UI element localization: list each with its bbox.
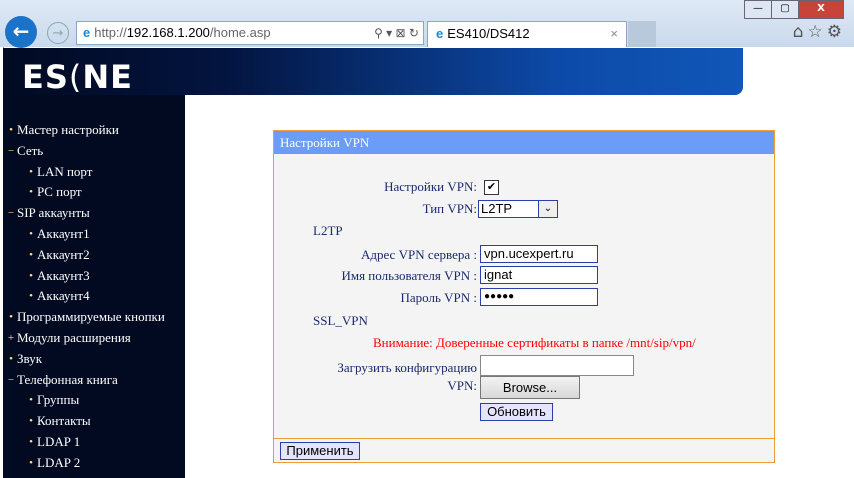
footer-divider: [274, 438, 774, 439]
sidebar-item[interactable]: • Аккаунт3: [3, 266, 185, 287]
collapse-icon: −: [7, 144, 15, 157]
ssl-vpn-heading: SSL_VPN: [313, 313, 368, 328]
sidebar-item[interactable]: • Мастер настройки: [3, 120, 185, 141]
sidebar-item-label: SIP аккаунты: [17, 205, 90, 221]
collapse-icon: −: [7, 207, 15, 220]
url-host: 192.168.1.200: [126, 25, 210, 40]
password-label: Пароль VPN :: [400, 290, 477, 305]
sidebar-nav: • Мастер настройки − Сеть • LAN порт • PC порт −…: [3, 120, 185, 474]
tab-close-icon[interactable]: ×: [610, 22, 618, 46]
server-input[interactable]: vpn.ucexpert.ru: [480, 245, 598, 263]
sidebar-item-label: Аккаунт3: [37, 267, 90, 283]
url-path: /home.asp: [209, 25, 271, 40]
sidebar-item-label: Мастер настройки: [17, 122, 119, 137]
maximize-button[interactable]: ▢: [771, 0, 799, 19]
sidebar-item[interactable]: • Аккаунт2: [3, 245, 185, 266]
sidebar-item[interactable]: • Контакты: [3, 411, 185, 432]
browse-button[interactable]: Browse...: [480, 376, 580, 399]
sidebar-item-label: Сеть: [17, 142, 44, 158]
bullet-icon: •: [29, 186, 33, 199]
vpn-type-value: L2TP: [481, 201, 513, 216]
sidebar-item-label: Модули расширения: [17, 329, 131, 345]
tab-es410[interactable]: e ES410/DS412 ×: [427, 21, 627, 47]
username-input[interactable]: ignat: [480, 266, 598, 284]
sidebar-item[interactable]: • Аккаунт4: [3, 286, 185, 307]
sidebar-item-label: Аккаунт4: [37, 288, 90, 304]
bullet-icon: •: [29, 456, 33, 469]
sidebar-item[interactable]: • LAN порт: [3, 162, 185, 183]
sidebar-item-label: Аккаунт1: [37, 225, 90, 241]
sidebar-item[interactable]: • Программируемые кнопки: [3, 307, 185, 328]
vpn-enable-checkbox[interactable]: ✔: [484, 180, 499, 195]
sidebar-item[interactable]: − Телефонная книга: [3, 370, 185, 391]
home-favorites-settings-icons[interactable]: ⌂☆⚙: [793, 22, 846, 42]
close-window-button[interactable]: X: [798, 0, 844, 19]
sidebar-item-label: Контакты: [37, 413, 91, 429]
server-label: Адрес VPN сервера :: [360, 247, 477, 262]
bullet-icon: •: [29, 394, 33, 407]
file-path-input[interactable]: [480, 355, 634, 376]
minimize-button[interactable]: —: [744, 0, 772, 19]
update-button[interactable]: Обновить: [480, 403, 553, 421]
sidebar-item-label: Звук: [17, 350, 43, 366]
sidebar-item[interactable]: − SIP аккаунты: [3, 203, 185, 224]
sidebar-item-label: LDAP 1: [37, 433, 81, 449]
apply-button[interactable]: Применить: [280, 442, 360, 460]
vpn-type-select[interactable]: L2TP ⌄: [478, 200, 558, 218]
l2tp-heading: L2TP: [313, 223, 343, 238]
url-prefix: http://: [94, 25, 127, 40]
bullet-icon: •: [29, 227, 33, 240]
ie-icon: e: [436, 26, 444, 41]
escene-logo: ES(NE: [22, 58, 134, 96]
sidebar-item[interactable]: • LDAP 1: [3, 432, 185, 453]
username-label: Имя пользователя VPN :: [341, 268, 477, 283]
bullet-icon: •: [9, 124, 13, 136]
collapse-icon: −: [7, 373, 15, 386]
expand-icon: +: [7, 331, 15, 344]
sidebar-item[interactable]: + Модули расширения: [3, 328, 185, 349]
vpn-settings-panel: Настройки VPN Настройки VPN: ✔ Тип VPN: …: [273, 130, 775, 463]
sidebar-item-label: Группы: [37, 392, 80, 408]
sidebar-item[interactable]: • Аккаунт1: [3, 224, 185, 245]
chevron-down-icon: ⌄: [538, 201, 557, 217]
sidebar-item-label: Программируемые кнопки: [17, 309, 165, 325]
sidebar-item[interactable]: − Сеть: [3, 141, 185, 162]
sidebar-item[interactable]: • PC порт: [3, 182, 185, 203]
bullet-icon: •: [29, 290, 33, 303]
bullet-icon: •: [29, 269, 33, 282]
sidebar-item-label: PC порт: [37, 184, 82, 200]
address-tools-icons[interactable]: ⚲ ▾ ⊠ ↻: [374, 22, 419, 44]
tab-title: ES410/DS412: [447, 26, 530, 41]
bullet-icon: •: [29, 165, 33, 178]
sidebar-item-label: LDAP 2: [37, 454, 81, 470]
upload-config-label: Загрузить конфигурацию: [337, 360, 477, 375]
panel-title: Настройки VPN: [274, 131, 774, 154]
back-button[interactable]: ←: [5, 16, 37, 48]
address-bar[interactable]: e http://192.168.1.200/home.asp ⚲ ▾ ⊠ ↻: [76, 21, 424, 45]
browser-chrome: — ▢ X ← → e http://192.168.1.200/home.asp…: [0, 0, 854, 48]
password-input[interactable]: ●●●●●: [480, 288, 598, 306]
bullet-icon: •: [29, 415, 33, 428]
bullet-icon: •: [29, 248, 33, 261]
bullet-icon: •: [9, 352, 13, 365]
new-tab-button[interactable]: [628, 21, 656, 47]
vpn-enable-label: Настройки VPN:: [384, 179, 477, 194]
sidebar-item-label: Аккаунт2: [37, 246, 90, 262]
window-controls: — ▢ X: [744, 0, 844, 19]
upload-config-label-vpn: VPN:: [447, 378, 477, 393]
sidebar-item[interactable]: • Звук: [3, 349, 185, 370]
sidebar-item[interactable]: • Группы: [3, 390, 185, 411]
sidebar-item-label: Телефонная книга: [17, 371, 118, 387]
vpn-type-label: Тип VPN:: [422, 201, 477, 216]
bullet-icon: •: [9, 311, 13, 324]
sidebar-item[interactable]: • LDAP 2: [3, 453, 185, 474]
forward-button[interactable]: →: [47, 22, 69, 44]
certificate-warning: Внимание: Доверенные сертификаты в папке…: [373, 335, 696, 350]
bullet-icon: •: [29, 435, 33, 448]
sidebar-item-label: LAN порт: [37, 163, 93, 179]
ie-icon: e: [83, 25, 91, 40]
